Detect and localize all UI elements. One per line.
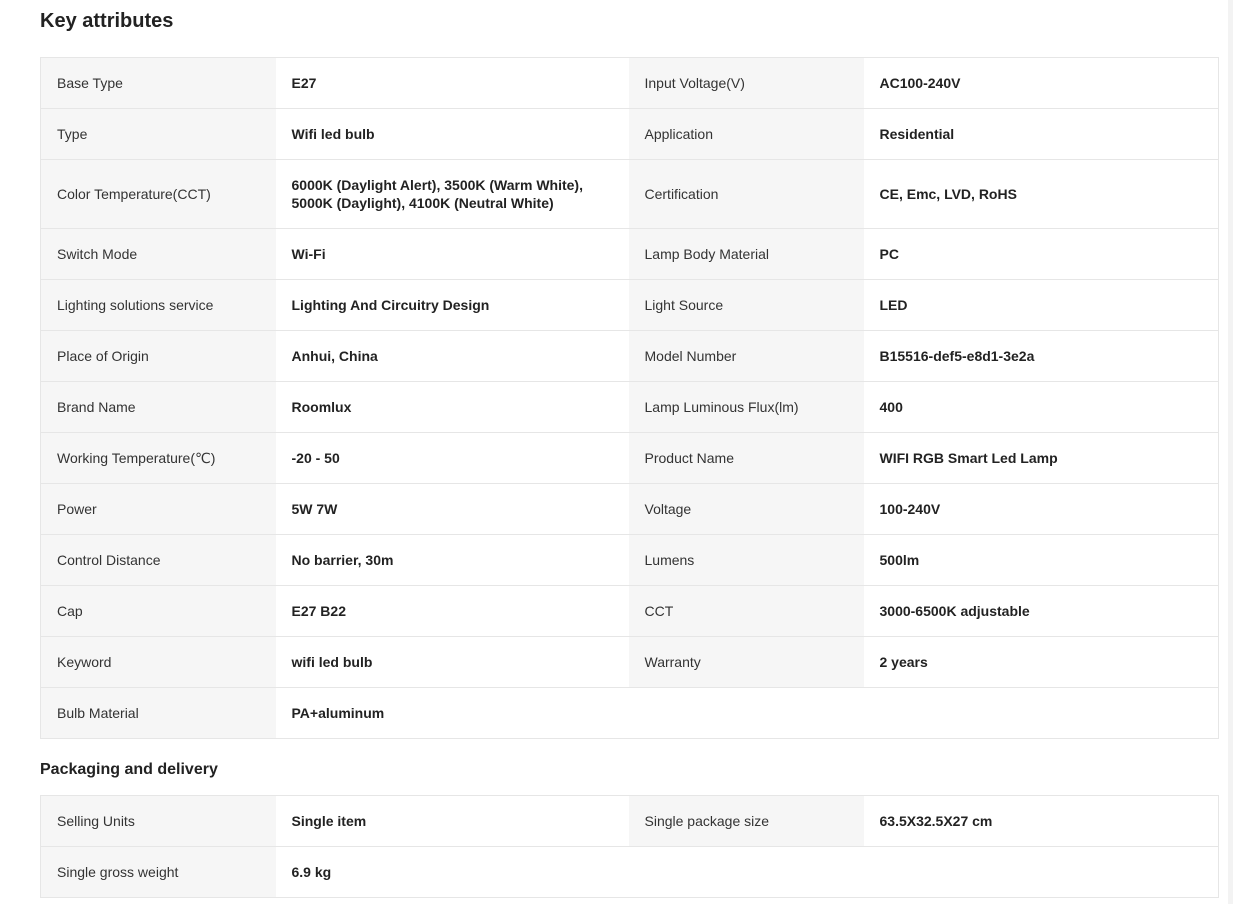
empty-cell [863,846,1219,898]
attribute-row: Bulb Material PA+aluminum [40,687,1219,739]
attribute-row: Control Distance No barrier, 30m Lumens 500… [40,534,1219,586]
attribute-row: Selling Units Single item Single package s… [40,795,1219,847]
attribute-label: Color Temperature(CCT) [40,159,276,229]
attribute-label: Selling Units [40,795,276,847]
attribute-value: Single item [275,795,629,847]
attribute-value: 400 [863,381,1219,433]
attribute-row: Keyword wifi led bulb Warranty 2 years [40,636,1219,688]
attribute-label: Bulb Material [40,687,276,739]
attribute-label: Model Number [628,330,864,382]
attribute-value: PC [863,228,1219,280]
attribute-row: Cap E27 B22 CCT 3000-6500K adjustable [40,585,1219,637]
attribute-value: PA+aluminum [275,687,629,739]
attribute-label: Keyword [40,636,276,688]
attribute-value: 6.9 kg [275,846,629,898]
attribute-value: 2 years [863,636,1219,688]
key-attributes-table: Base Type E27 Input Voltage(V) AC100-240V Ty… [40,57,1219,739]
attribute-row: Single gross weight 6.9 kg [40,846,1219,898]
attribute-label: Power [40,483,276,535]
attribute-row: Color Temperature(CCT) 6000K (Daylight Al… [40,159,1219,229]
attribute-value: 500lm [863,534,1219,586]
attribute-label: Lumens [628,534,864,586]
attribute-value: LED [863,279,1219,331]
attribute-value: wifi led bulb [275,636,629,688]
attribute-value: Residential [863,108,1219,160]
empty-cell [863,687,1219,739]
attribute-value: -20 - 50 [275,432,629,484]
attribute-value: B15516-def5-e8d1-3e2a [863,330,1219,382]
attribute-label: Place of Origin [40,330,276,382]
attribute-label: Cap [40,585,276,637]
attribute-label: Type [40,108,276,160]
attribute-label: Warranty [628,636,864,688]
attribute-row: Lighting solutions service Lighting And C… [40,279,1219,331]
attribute-row: Power 5W 7W Voltage 100-240V [40,483,1219,535]
attribute-value: CE, Emc, LVD, RoHS [863,159,1219,229]
packaging-delivery-title: Packaging and delivery [40,761,218,778]
attribute-value: 6000K (Daylight Alert), 3500K (Warm Whit… [275,159,629,229]
attribute-label: Single package size [628,795,864,847]
attribute-value: AC100-240V [863,57,1219,109]
empty-cell [628,846,864,898]
attribute-value: Lighting And Circuitry Design [275,279,629,331]
attribute-label: Input Voltage(V) [628,57,864,109]
key-attributes-title: Key attributes [40,10,174,32]
attribute-value: WIFI RGB Smart Led Lamp [863,432,1219,484]
attribute-row: Brand Name Roomlux Lamp Luminous Flux(lm) 4… [40,381,1219,433]
attribute-value: 5W 7W [275,483,629,535]
attribute-value: Wifi led bulb [275,108,629,160]
attribute-value: 100-240V [863,483,1219,535]
attribute-row: Working Temperature(℃) -20 - 50 Product Na… [40,432,1219,484]
attribute-label: Voltage [628,483,864,535]
attribute-label: Certification [628,159,864,229]
attribute-label: Product Name [628,432,864,484]
attribute-value: Anhui, China [275,330,629,382]
attribute-label: Brand Name [40,381,276,433]
attribute-value: Wi-Fi [275,228,629,280]
attribute-value: Roomlux [275,381,629,433]
attribute-value: 63.5X32.5X27 cm [863,795,1219,847]
attribute-value: No barrier, 30m [275,534,629,586]
attribute-label: Switch Mode [40,228,276,280]
attribute-row: Place of Origin Anhui, China Model Number B… [40,330,1219,382]
packaging-delivery-table: Selling Units Single item Single package s… [40,795,1219,898]
attribute-label: Light Source [628,279,864,331]
attribute-label: Base Type [40,57,276,109]
attribute-row: Base Type E27 Input Voltage(V) AC100-240V [40,57,1219,109]
attribute-label: Lamp Body Material [628,228,864,280]
attribute-label: Single gross weight [40,846,276,898]
attribute-row: Switch Mode Wi-Fi Lamp Body Material PC [40,228,1219,280]
empty-cell [628,687,864,739]
attribute-value: 3000-6500K adjustable [863,585,1219,637]
attribute-value: E27 [275,57,629,109]
attribute-label: CCT [628,585,864,637]
page-scrollbar[interactable] [1228,0,1233,904]
attribute-label: Lamp Luminous Flux(lm) [628,381,864,433]
attribute-label: Control Distance [40,534,276,586]
attribute-label: Application [628,108,864,160]
attribute-label: Working Temperature(℃) [40,432,276,484]
attribute-row: Type Wifi led bulb Application Residential [40,108,1219,160]
attribute-label: Lighting solutions service [40,279,276,331]
attribute-value: E27 B22 [275,585,629,637]
